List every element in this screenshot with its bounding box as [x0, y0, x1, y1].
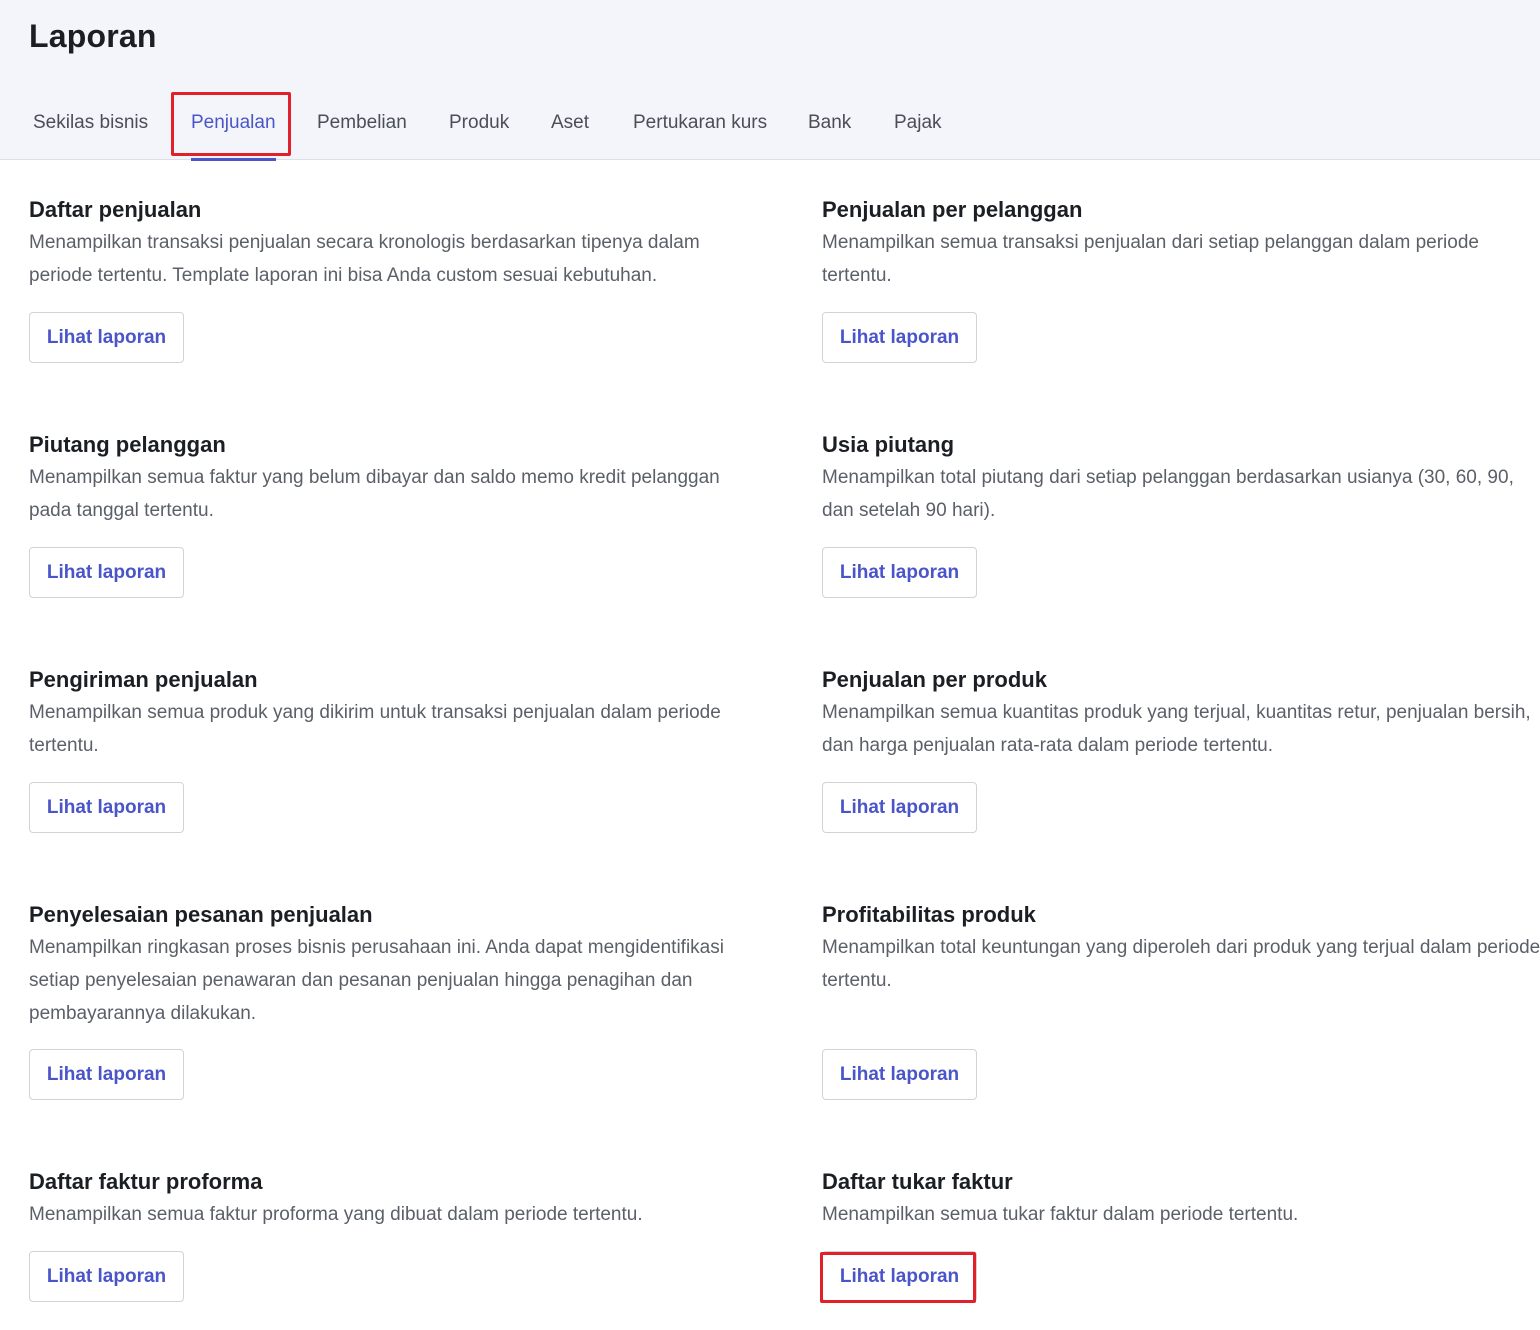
report-card-penjualan-per-produk: Penjualan per produk Menampilkan semua k… — [822, 665, 1540, 762]
tab-bank[interactable]: Bank — [808, 92, 851, 160]
report-title: Penjualan per produk — [822, 667, 1047, 692]
view-report-button-pengiriman-penjualan[interactable]: Lihat laporan — [29, 782, 184, 833]
view-report-button-usia-piutang[interactable]: Lihat laporan — [822, 547, 977, 598]
report-description: Menampilkan transaksi penjualan secara k… — [29, 232, 700, 286]
report-description: Menampilkan semua tukar faktur dalam per… — [822, 1204, 1299, 1225]
report-title: Profitabilitas produk — [822, 902, 1036, 927]
report-title: Daftar penjualan — [29, 197, 202, 222]
report-title: Penjualan per pelanggan — [822, 197, 1083, 222]
report-card-daftar-faktur-proforma: Daftar faktur proforma Menampilkan semua… — [29, 1167, 749, 1231]
report-title: Pengiriman penjualan — [29, 667, 258, 692]
view-report-button-profitabilitas-produk[interactable]: Lihat laporan — [822, 1049, 977, 1100]
view-report-button-daftar-tukar-faktur[interactable]: Lihat laporan — [822, 1251, 977, 1302]
report-card-penyelesaian-pesanan-penjualan: Penyelesaian pesanan penjualan Menampilk… — [29, 900, 749, 1030]
report-description: Menampilkan semua faktur proforma yang d… — [29, 1204, 643, 1225]
report-title: Daftar tukar faktur — [822, 1169, 1013, 1194]
report-description: Menampilkan total keuntungan yang dipero… — [822, 937, 1540, 991]
report-title: Daftar faktur proforma — [29, 1169, 263, 1194]
tab-sekilas-bisnis[interactable]: Sekilas bisnis — [33, 92, 148, 160]
report-card-penjualan-per-pelanggan: Penjualan per pelanggan Menampilkan semu… — [822, 195, 1540, 292]
report-title: Usia piutang — [822, 432, 955, 457]
tab-penjualan[interactable]: Penjualan — [191, 92, 276, 161]
report-description: Menampilkan semua produk yang dikirim un… — [29, 702, 721, 756]
view-report-button-penyelesaian-pesanan-penjualan[interactable]: Lihat laporan — [29, 1049, 184, 1100]
report-card-piutang-pelanggan: Piutang pelanggan Menampilkan semua fakt… — [29, 430, 749, 527]
view-report-button-penjualan-per-pelanggan[interactable]: Lihat laporan — [822, 312, 977, 363]
tab-pajak[interactable]: Pajak — [894, 92, 942, 160]
report-description: Menampilkan ringkasan proses bisnis peru… — [29, 937, 724, 1024]
tab-pertukaran-kurs[interactable]: Pertukaran kurs — [633, 92, 767, 160]
report-description: Menampilkan semua transaksi penjualan da… — [822, 232, 1479, 286]
report-card-daftar-tukar-faktur: Daftar tukar faktur Menampilkan semua tu… — [822, 1167, 1540, 1231]
report-description: Menampilkan semua faktur yang belum diba… — [29, 467, 720, 521]
report-description: Menampilkan semua kuantitas produk yang … — [822, 702, 1531, 756]
report-title: Piutang pelanggan — [29, 432, 226, 457]
tab-produk[interactable]: Produk — [449, 92, 509, 160]
view-report-button-daftar-penjualan[interactable]: Lihat laporan — [29, 312, 184, 363]
tab-aset[interactable]: Aset — [551, 92, 589, 160]
view-report-button-penjualan-per-produk[interactable]: Lihat laporan — [822, 782, 977, 833]
view-report-button-daftar-faktur-proforma[interactable]: Lihat laporan — [29, 1251, 184, 1302]
page-title: Laporan — [29, 18, 157, 54]
report-card-daftar-penjualan: Daftar penjualan Menampilkan transaksi p… — [29, 195, 749, 292]
view-report-button-piutang-pelanggan[interactable]: Lihat laporan — [29, 547, 184, 598]
report-card-pengiriman-penjualan: Pengiriman penjualan Menampilkan semua p… — [29, 665, 749, 762]
report-card-usia-piutang: Usia piutang Menampilkan total piutang d… — [822, 430, 1540, 527]
report-tabs: Sekilas bisnis Penjualan Pembelian Produ… — [0, 92, 1540, 161]
report-card-profitabilitas-produk: Profitabilitas produk Menampilkan total … — [822, 900, 1540, 997]
report-title: Penyelesaian pesanan penjualan — [29, 902, 373, 927]
tab-pembelian[interactable]: Pembelian — [317, 92, 407, 160]
report-description: Menampilkan total piutang dari setiap pe… — [822, 467, 1514, 521]
